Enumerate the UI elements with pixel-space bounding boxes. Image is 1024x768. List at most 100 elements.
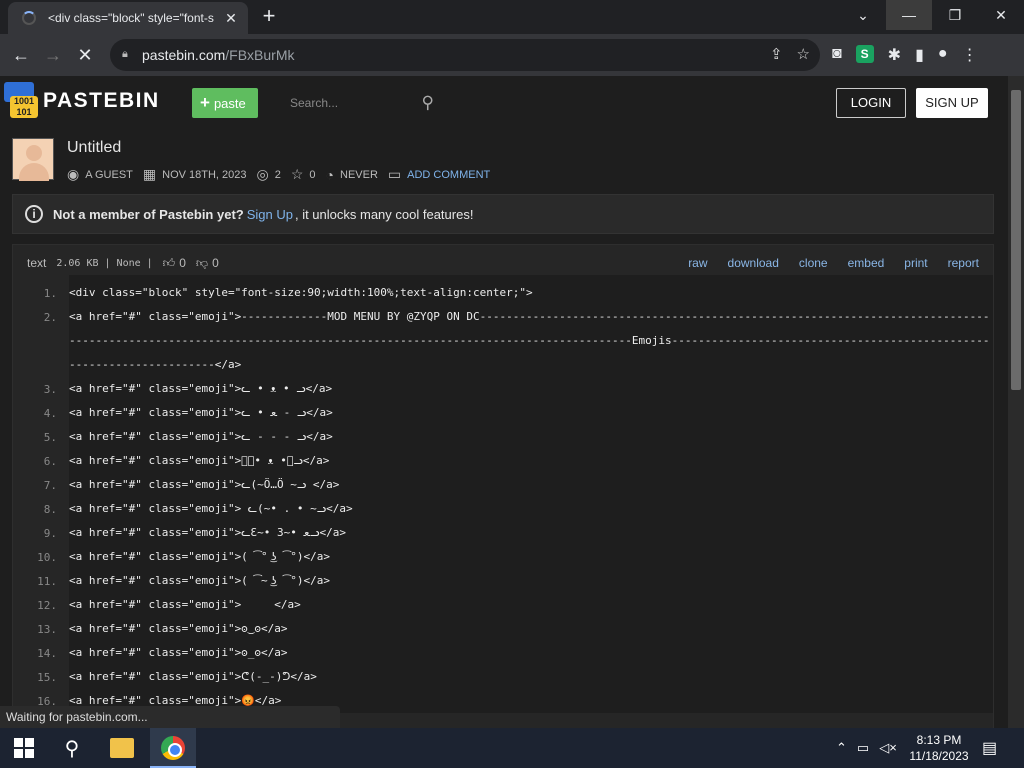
dislikes-count: 0 (212, 256, 219, 270)
notice-signup-link[interactable]: Sign Up (247, 207, 293, 222)
site-brand[interactable]: PASTEBIN (43, 89, 160, 113)
loading-spinner-icon (22, 11, 36, 25)
forward-icon[interactable]: → (42, 44, 64, 66)
restore-button[interactable]: ❐ (932, 0, 978, 30)
line-number: 14. (37, 647, 57, 660)
browser-menu-icon[interactable]: ⋮ (962, 45, 978, 65)
line-number: 15. (37, 671, 57, 684)
syntax-label[interactable]: text (27, 256, 46, 270)
thumbs-down-icon[interactable]: 👎︎ (196, 256, 208, 271)
code-action-download[interactable]: download (728, 256, 779, 270)
paste-views: 2 (274, 168, 281, 181)
line-text: <a href="#" class="emoji">-------------M… (69, 299, 993, 377)
extension-s-icon[interactable]: S (855, 45, 874, 63)
tab-search-icon[interactable]: ⌄ (840, 0, 886, 30)
taskbar-clock[interactable]: 8:13 PM 11/18/2023 (906, 732, 972, 764)
avatar (12, 138, 54, 181)
login-button[interactable]: LOGIN (836, 88, 906, 118)
code-action-report[interactable]: report (948, 256, 979, 270)
line-number: 5. (43, 431, 57, 444)
url-path: /FBxBurMk (225, 47, 295, 63)
chrome-icon (161, 736, 185, 760)
code-panel: text 2.06 KB | None | 👍︎ 0 👎︎ 0 raw downl… (12, 244, 994, 728)
windows-start-icon[interactable] (14, 738, 34, 758)
line-number: 9. (43, 527, 57, 540)
new-tab-button[interactable]: + (258, 5, 280, 28)
code-action-raw[interactable]: raw (688, 256, 707, 270)
line-number: 6. (43, 455, 57, 468)
side-panel-icon[interactable]: ▮ (915, 45, 924, 65)
bookmark-star-icon[interactable]: ☆ (797, 45, 810, 63)
info-icon: i (25, 205, 43, 223)
search-input[interactable]: Search... ⚲ (282, 88, 442, 118)
code-line: 2. <a href="#" class="emoji">------------… (13, 299, 993, 377)
user-icon: ◉ (67, 166, 80, 182)
line-number: 10. (37, 551, 57, 564)
page-content: 1001 101 PASTEBIN + paste Search... ⚲ LOGI… (0, 76, 1008, 728)
pastebin-logo-icon[interactable]: 1001 101 (4, 82, 38, 120)
new-paste-button[interactable]: + paste (192, 88, 258, 118)
line-number: 3. (43, 383, 57, 396)
tray-chevron-icon[interactable]: ⌃ (836, 740, 847, 756)
tab-close-icon[interactable]: ✕ (224, 10, 238, 27)
thumbs-up-icon[interactable]: 👍︎ (163, 256, 176, 271)
code-lines: 1. <div class="block" style="font-size:90… (13, 275, 993, 713)
browser-tab[interactable]: <div class="block" style="font-s ✕ (8, 2, 248, 34)
plus-icon: + (200, 93, 210, 112)
search-icon[interactable]: ⚲ (422, 88, 434, 118)
scrollbar-thumb[interactable] (1011, 90, 1021, 390)
tab-title: <div class="block" style="font-s (48, 11, 214, 25)
clock-date: 11/18/2023 (909, 749, 969, 763)
likes-count: 0 (179, 256, 186, 270)
line-number: 8. (43, 503, 57, 516)
browser-tabbar: <div class="block" style="font-s ✕ + ⌄ —… (0, 0, 1024, 34)
eye-icon: ◎ (256, 166, 269, 182)
volume-icon[interactable]: ◁× (879, 740, 897, 756)
address-bar[interactable]: 🔒︎ pastebin.com/FBxBurMk ⇪ ☆ (110, 39, 820, 71)
site-header: 1001 101 PASTEBIN + paste Search... ⚲ LOGI… (0, 76, 1008, 128)
taskbar-search-icon[interactable]: ⚲ (60, 736, 84, 760)
url-host: pastebin.com (142, 47, 226, 63)
file-explorer-icon[interactable] (110, 738, 134, 758)
line-number: 7. (43, 479, 57, 492)
notice-rest: , it unlocks many cool features! (294, 206, 474, 222)
star-icon[interactable]: ☆ (291, 166, 304, 183)
incognito-extension-icon[interactable]: ◙ (832, 45, 842, 65)
paste-title: Untitled (67, 139, 122, 156)
line-number: 11. (37, 575, 57, 588)
comment-icon: ▭ (387, 166, 402, 182)
code-action-clone[interactable]: clone (799, 256, 828, 270)
code-action-print[interactable]: print (904, 256, 927, 270)
code-action-embed[interactable]: embed (848, 256, 885, 270)
windows-taskbar: ⚲ ⌃ ▭ ◁× 8:13 PM 11/18/2023 ▤ (0, 728, 1024, 768)
network-icon[interactable]: ▭ (857, 740, 869, 756)
chrome-taskbar-button[interactable] (150, 728, 196, 768)
lock-icon: 🔒︎ (122, 48, 128, 60)
signup-notice: i Not a member of Pastebin yet? Sign Up … (12, 194, 994, 234)
share-page-icon[interactable]: ⇪ (770, 45, 783, 63)
calendar-icon: ▦ (142, 166, 157, 182)
vertical-scrollbar[interactable] (1008, 76, 1024, 728)
paste-meta: Untitled ◉ A GUEST ▦ NOV 18TH, 2023 ◎ 2 … (12, 138, 992, 184)
notice-bold: Not a member of Pastebin yet? (53, 206, 244, 222)
line-number: 2. (43, 311, 57, 324)
back-icon[interactable]: ← (10, 44, 32, 66)
paste-button-label: paste (213, 96, 246, 111)
line-number: 1. (43, 287, 57, 300)
expire-clock-icon: ◔ (325, 166, 335, 183)
status-bar: Waiting for pastebin.com... (0, 706, 340, 728)
minimize-button[interactable]: — (886, 0, 932, 30)
add-comment-link[interactable]: ADD COMMENT (407, 169, 490, 181)
close-window-button[interactable]: ✕ (978, 0, 1024, 30)
line-number: 12. (37, 599, 57, 612)
search-placeholder: Search... (290, 96, 339, 110)
extensions-puzzle-icon[interactable]: ✱ (888, 45, 901, 65)
line-number: 4. (43, 407, 57, 420)
stop-loading-icon[interactable]: ✕ (74, 44, 96, 66)
signup-button[interactable]: SIGN UP (916, 88, 988, 118)
paste-stars: 0 (309, 168, 316, 181)
paste-expires: NEVER (340, 168, 378, 181)
profile-icon[interactable]: ● (938, 45, 948, 65)
notification-icon[interactable]: ▤ (982, 738, 1002, 758)
paste-author: A GUEST (85, 168, 133, 181)
